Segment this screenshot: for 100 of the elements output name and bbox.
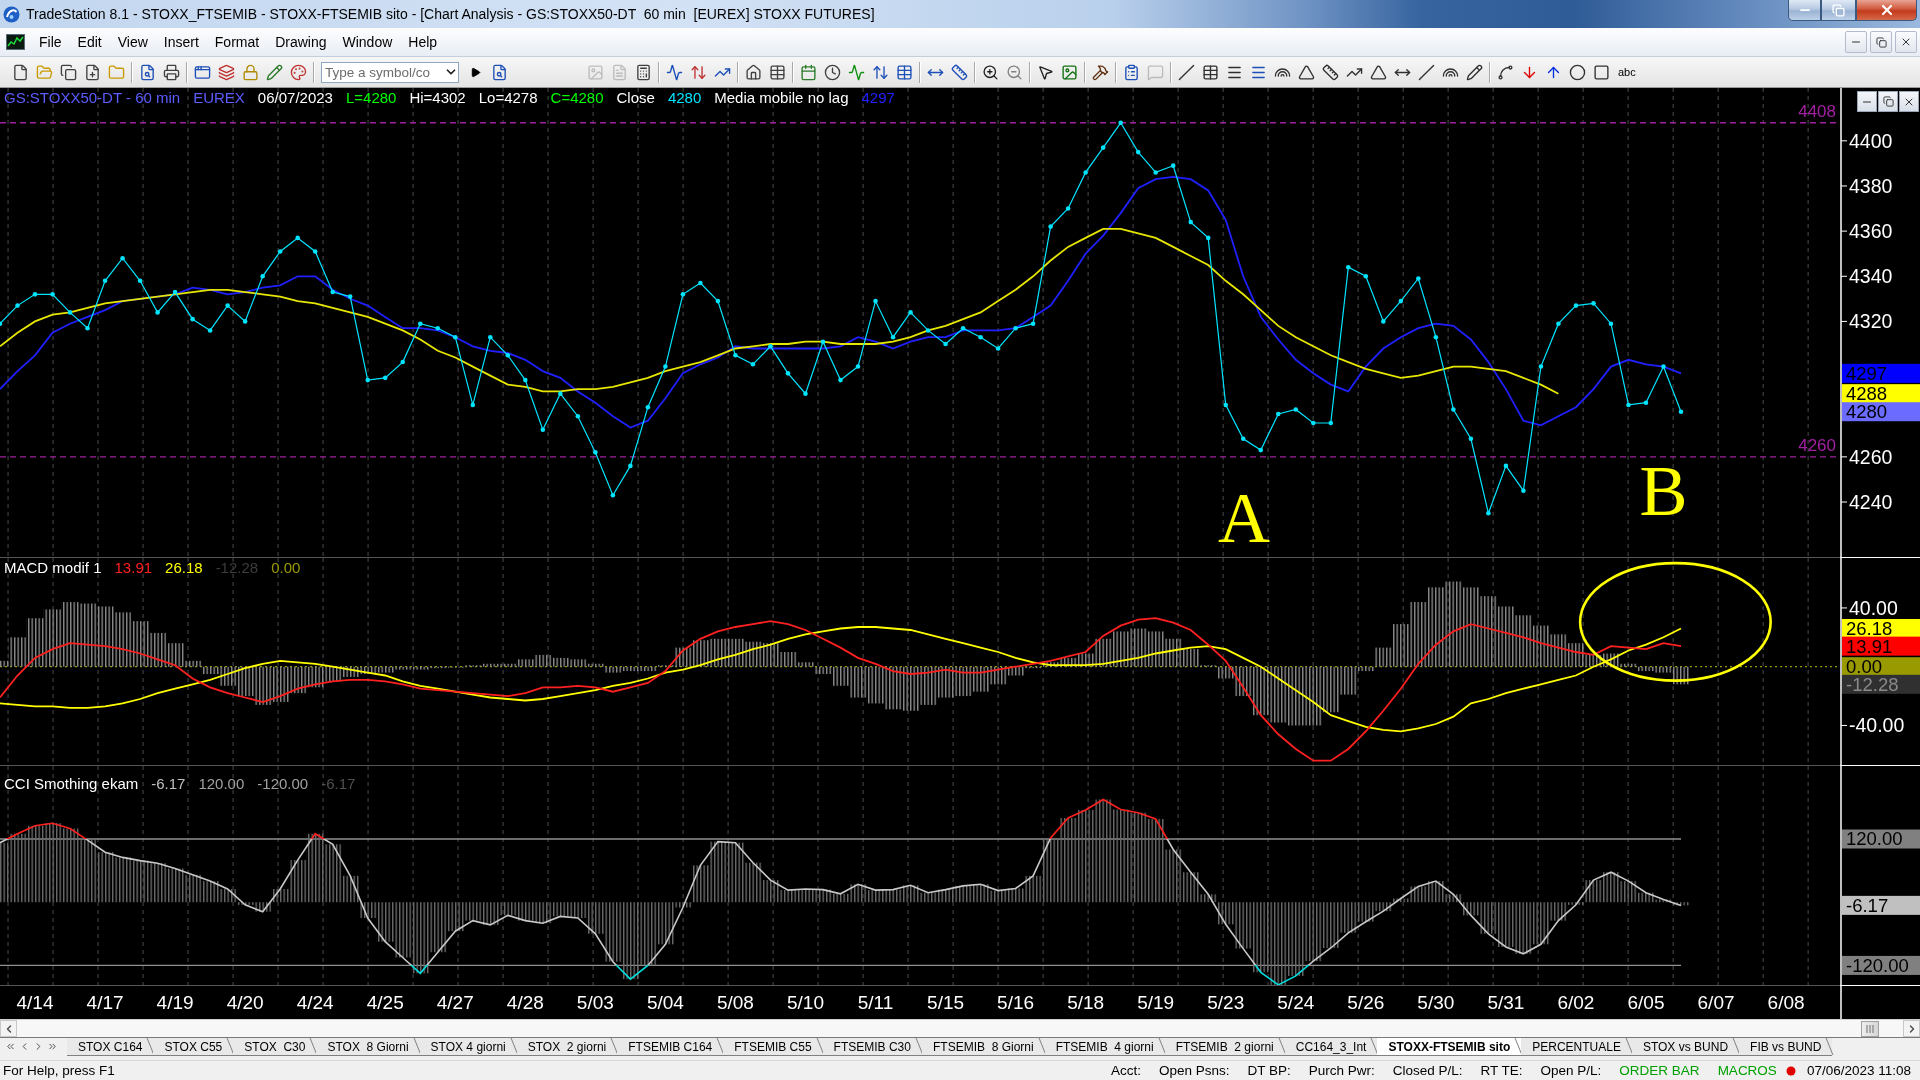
close-button[interactable] — [1899, 91, 1919, 112]
legend-text: -6.17 — [321, 775, 356, 793]
date-label: 4/19 — [156, 992, 194, 1013]
status-field: ORDER BAR — [1610, 1063, 1709, 1078]
close-button[interactable] — [1856, 0, 1917, 21]
ruler-icon — [950, 63, 968, 81]
workspace-tab[interactable]: FTSEMIB C55 — [723, 1038, 823, 1056]
status-field: Open Psns: — [1149, 1063, 1239, 1078]
triangle-icon — [1369, 63, 1387, 81]
date-label: 4/17 — [86, 992, 124, 1013]
help-text: For Help, press F1 — [3, 1063, 116, 1078]
workspace-tab[interactable]: STOXX-FTSEMIB sito — [1377, 1038, 1522, 1056]
axis-label: 40.00 — [1849, 596, 1898, 619]
date-label: 5/23 — [1207, 992, 1245, 1013]
square-icon — [1592, 63, 1610, 81]
scrollbar-thumb[interactable] — [1861, 1020, 1879, 1037]
text-tool-button[interactable]: abc — [1613, 60, 1641, 84]
legend-text: 06/07/2023 — [257, 89, 333, 107]
handwritten-label: B — [1639, 450, 1688, 531]
legend-text: -12.28 — [215, 559, 259, 577]
legend-text: Hi=4302 — [409, 89, 466, 107]
menu-item[interactable]: Format — [206, 31, 268, 53]
hammer-icon — [1091, 63, 1109, 81]
workspace-tab[interactable]: STOX vs BUND — [1631, 1038, 1740, 1056]
y-tick-label: 120.00 — [1846, 828, 1903, 850]
activity-icon — [847, 63, 865, 81]
restore-button[interactable] — [1870, 31, 1892, 53]
palette-icon — [289, 63, 307, 81]
window-title: TradeStation 8.1 - STOXX_FTSEMIB - STOXX-FTSEMIB sito - [Chart Analysis - GS:STOXX50-DT 60 min [EUREX] STOXX FUTURES] — [26, 6, 876, 22]
workspace-tab[interactable]: FTSEMIB C164 — [617, 1038, 724, 1056]
date-label: 5/08 — [716, 992, 754, 1013]
legend-text: Close — [616, 89, 655, 107]
minimize-button[interactable] — [1788, 0, 1821, 21]
folder-open-icon — [35, 63, 53, 81]
restore-button[interactable] — [1821, 0, 1856, 21]
workspace-tab[interactable]: PERCENTUALE — [1521, 1038, 1632, 1056]
legend-text: Media mobile no lag — [714, 89, 849, 107]
app-window-icon — [193, 63, 211, 81]
house-icon — [744, 63, 762, 81]
workspace-tab[interactable]: STOX C55 — [153, 1038, 234, 1056]
date-label: 5/31 — [1487, 992, 1525, 1013]
menu-item[interactable]: View — [109, 31, 156, 53]
app-icon — [3, 5, 20, 23]
pencil-icon — [1465, 63, 1483, 81]
menu-item[interactable]: Help — [400, 31, 446, 53]
workspace-tab[interactable]: STOX 8 Giorni — [316, 1038, 420, 1056]
axis-label: 4360 — [1849, 220, 1893, 243]
legend-text: 13.91 — [114, 559, 153, 577]
scroll-left-button[interactable] — [0, 1020, 17, 1037]
image-icon — [1060, 63, 1078, 81]
axis-label: 4260 — [1849, 445, 1893, 468]
line-value-label: 4408 — [1798, 101, 1836, 121]
clipboard-icon — [1122, 63, 1140, 81]
image-icon — [586, 63, 604, 81]
workspace-tab[interactable]: STOX C30 — [233, 1038, 317, 1056]
handwritten-label: A — [1217, 477, 1270, 558]
workspace-tab[interactable]: STOX C164 — [67, 1038, 154, 1056]
chart-icon — [6, 34, 25, 50]
menu-item[interactable]: Edit — [69, 31, 110, 53]
restore-button[interactable] — [1878, 91, 1898, 112]
legend-text: CCI Smothing ekam — [4, 775, 139, 793]
workspace-tab[interactable]: FTSEMIB C30 — [822, 1038, 922, 1056]
date-label: 4/27 — [436, 992, 474, 1013]
date-label: 4/24 — [296, 992, 334, 1013]
scroll-right-button[interactable] — [1903, 1020, 1920, 1037]
workspace-tab[interactable]: STOX 4 giorni — [419, 1038, 517, 1056]
menu-item[interactable]: Drawing — [267, 31, 335, 53]
date-label: 5/26 — [1347, 992, 1385, 1013]
folder-icon — [107, 63, 125, 81]
triangle-icon — [1297, 63, 1315, 81]
workspace-tab[interactable]: FTSEMIB 4 giorni — [1044, 1038, 1165, 1056]
legend-text: 4297 — [861, 89, 895, 107]
workspace-tab[interactable]: FIB vs BUND — [1739, 1038, 1833, 1056]
restore-icon — [1882, 96, 1894, 107]
legend-text: -6.17 — [151, 775, 186, 793]
first-icon — [4, 1041, 16, 1052]
minimize-button[interactable] — [1857, 91, 1877, 112]
legend-text: Lo=4278 — [478, 89, 538, 107]
restore-icon — [1875, 36, 1887, 48]
date-label: 6/02 — [1557, 992, 1595, 1013]
menu-item[interactable]: Window — [334, 31, 401, 53]
slash-icon — [1177, 63, 1195, 81]
file-icon — [11, 63, 29, 81]
workspace-tab[interactable]: STOX 2 giorni — [516, 1038, 618, 1056]
menu-item[interactable]: Insert — [155, 31, 207, 53]
menu-item[interactable]: File — [31, 31, 70, 53]
minimize-button[interactable] — [1845, 31, 1867, 53]
close-icon — [1900, 36, 1912, 48]
date-label: 5/10 — [787, 992, 824, 1013]
symbol-combobox[interactable]: Type a symbol/co — [321, 61, 459, 83]
status-field: MACROS — [1708, 1063, 1786, 1078]
date-label: 5/19 — [1137, 992, 1175, 1013]
workspace-tab[interactable]: FTSEMIB 2 giorni — [1164, 1038, 1285, 1056]
workspace-tab[interactable]: CC164_3_Int — [1284, 1038, 1378, 1056]
close-button[interactable] — [1895, 31, 1917, 53]
date-label: 5/18 — [1067, 992, 1105, 1013]
workspace-tab[interactable]: FTSEMIB 8 Giorni — [921, 1038, 1045, 1056]
calculator-icon — [634, 63, 652, 81]
play-icon — [469, 66, 481, 78]
status-field: Acct: — [1101, 1063, 1150, 1078]
